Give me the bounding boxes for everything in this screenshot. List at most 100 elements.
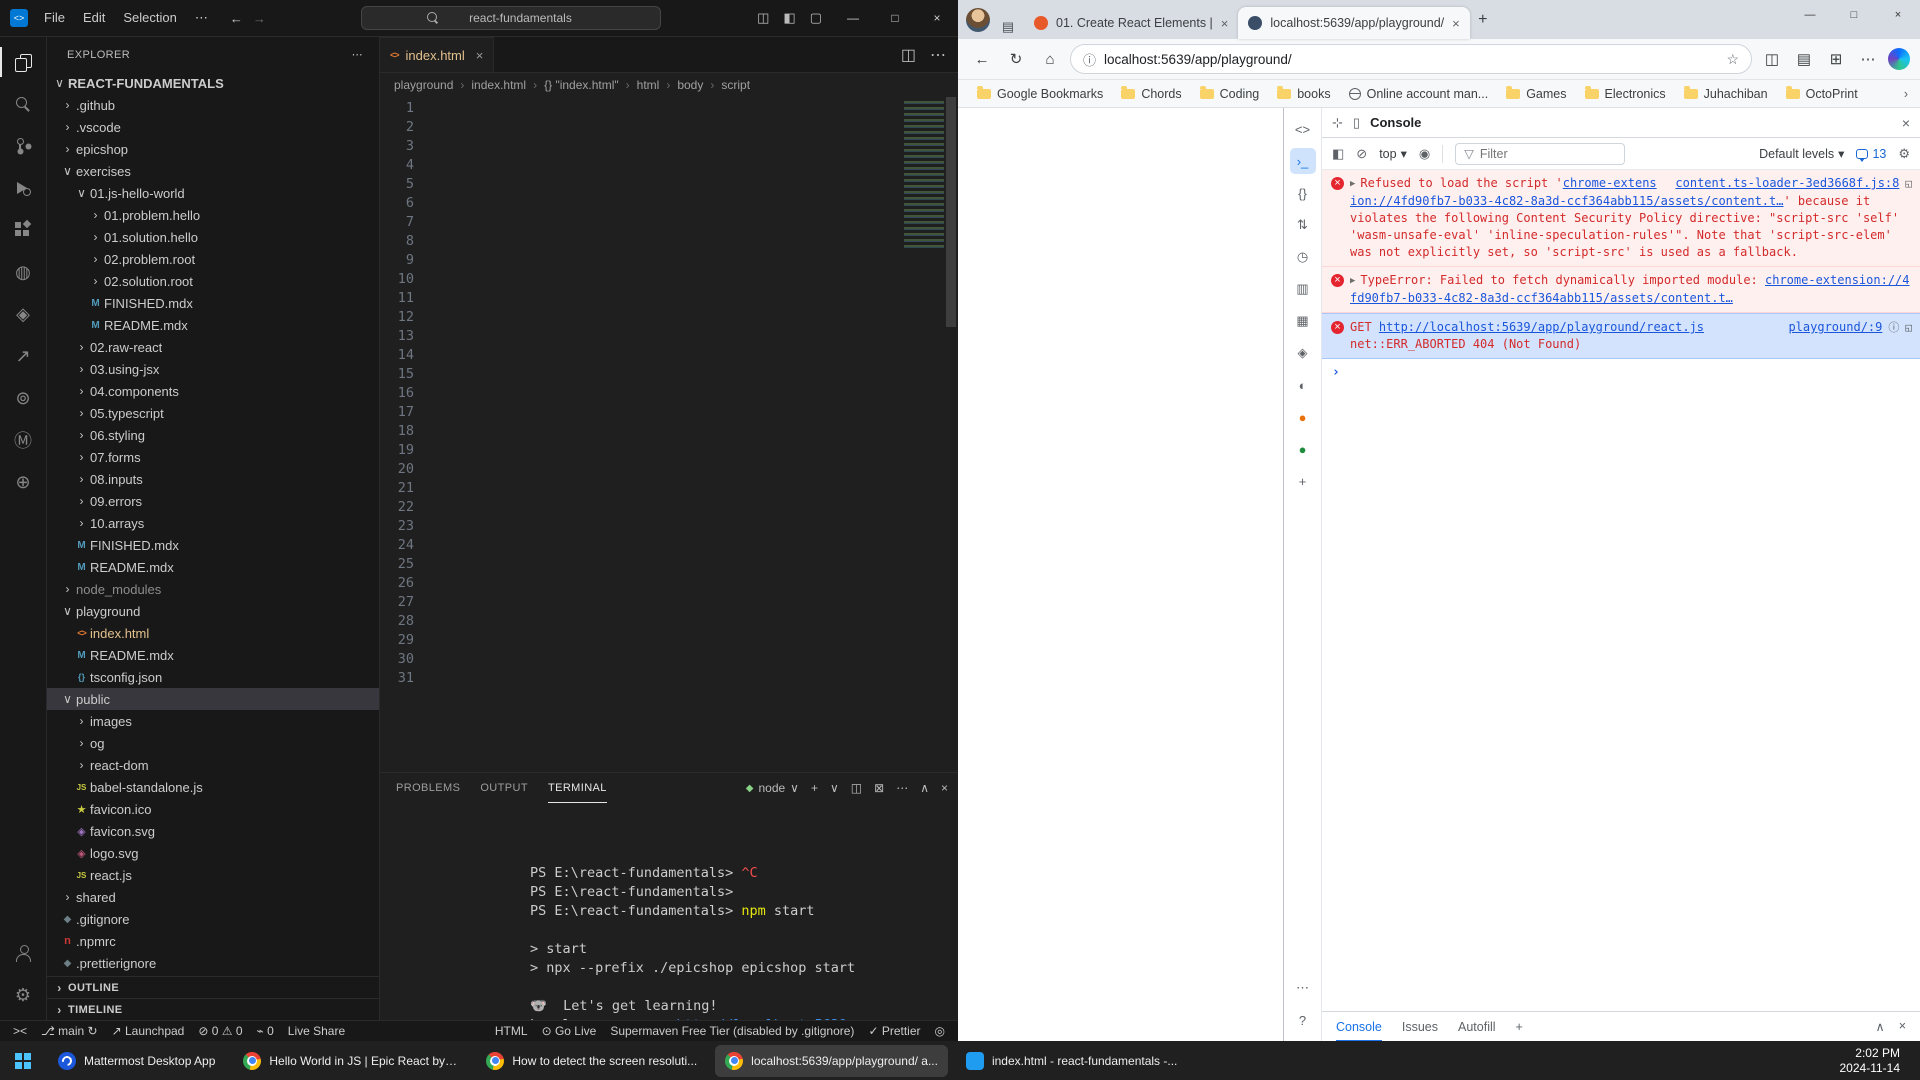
clear-console-icon[interactable]: ⊘	[1356, 146, 1367, 162]
console-source-link[interactable]: ◱	[1905, 319, 1912, 336]
bookmark-item[interactable]: Juhachiban	[1677, 84, 1775, 104]
maximize-icon[interactable]: □	[1832, 0, 1876, 30]
favorite-star-icon[interactable]: ☆	[1726, 51, 1739, 68]
extension-panel-icon-2[interactable]: ●	[1290, 436, 1316, 462]
kill-terminal-icon[interactable]: ⊠	[874, 781, 884, 795]
menu-item[interactable]: Selection	[115, 7, 184, 29]
nav-back-icon[interactable]: ←	[230, 11, 243, 26]
home-icon[interactable]: ⌂	[1036, 45, 1064, 73]
prettier-item[interactable]: ✓ Prettier	[861, 1021, 927, 1042]
tree-item[interactable]: favicon.svg	[47, 820, 379, 842]
code-editor[interactable]: 1 <html> 2 <body> 3	[380, 97, 958, 772]
tab-close-icon[interactable]: ×	[1452, 16, 1460, 31]
console-message[interactable]: playground/:9ⓘ◱ GET http://localhost:563…	[1322, 313, 1920, 359]
drawer-tab[interactable]: Issues	[1402, 1012, 1438, 1042]
tree-item[interactable]: FINISHED.mdx	[47, 292, 379, 314]
tree-item[interactable]: › shared	[47, 886, 379, 908]
breadcrumb-item[interactable]: body	[659, 78, 703, 92]
editor-scrollbar[interactable]	[944, 97, 958, 772]
tree-item[interactable]: react.js	[47, 864, 379, 886]
run-debug-icon[interactable]	[0, 167, 47, 209]
maximize-panel-icon[interactable]: ∧	[920, 781, 929, 795]
tree-item[interactable]: .gitignore	[47, 908, 379, 930]
new-tab-button[interactable]: +	[1470, 7, 1496, 33]
search-input[interactable]	[445, 11, 595, 25]
tree-item[interactable]: ∨ public	[47, 688, 379, 710]
tree-item[interactable]: › 02.solution.root	[47, 270, 379, 292]
taskbar-app-mattermost[interactable]: Mattermost Desktop App	[48, 1045, 225, 1077]
toggle-panel-icon[interactable]: ◫	[757, 10, 769, 26]
extensions-puzzle-icon[interactable]: ⊞	[1822, 45, 1850, 73]
explorer-more-icon[interactable]: ⋯	[352, 48, 363, 61]
live-expression-icon[interactable]: ◉	[1419, 146, 1430, 162]
tree-item[interactable]: › 01.problem.hello	[47, 204, 379, 226]
close-panel-icon[interactable]: ×	[941, 781, 948, 795]
testing-icon[interactable]: ⊚	[0, 377, 47, 419]
command-center-search[interactable]	[361, 6, 661, 30]
tab-close-icon[interactable]: ×	[1221, 16, 1229, 31]
memory-panel-icon[interactable]: ▥	[1290, 276, 1316, 302]
lighthouse-panel-icon[interactable]: ◐	[1290, 372, 1316, 398]
tree-item[interactable]: › 06.styling	[47, 424, 379, 446]
tree-item[interactable]: ∨ 01.js-hello-world	[47, 182, 379, 204]
language-mode-item[interactable]: HTML	[488, 1021, 535, 1042]
git-branch-item[interactable]: ⎇ main ↻	[34, 1021, 105, 1042]
help-icon[interactable]: ?	[1290, 1007, 1316, 1033]
live-share-item[interactable]: Live Share	[281, 1021, 352, 1042]
mattermost-icon[interactable]: Ⓜ	[0, 419, 47, 461]
tree-item[interactable]: › 07.forms	[47, 446, 379, 468]
bookmark-item[interactable]: books	[1270, 84, 1337, 104]
tree-item[interactable]: › 05.typescript	[47, 402, 379, 424]
browser-tab[interactable]: 01. Create React Elements | ×	[1024, 7, 1238, 39]
menu-item[interactable]: ⋯	[187, 7, 216, 29]
taskbar-app-chrome-3[interactable]: localhost:5639/app/playground/ a...	[715, 1045, 948, 1077]
console-filter[interactable]: ▽	[1455, 143, 1625, 165]
tab-close-icon[interactable]: ×	[476, 48, 484, 63]
launchpad-item[interactable]: ↗ Launchpad	[105, 1021, 192, 1042]
maximize-icon[interactable]: □	[874, 0, 916, 37]
message-count-badge[interactable]: 13	[1856, 147, 1886, 161]
tree-item[interactable]: index.html	[47, 622, 379, 644]
performance-panel-icon[interactable]: ◷	[1290, 244, 1316, 270]
ports-item[interactable]: ⌁ 0	[250, 1021, 281, 1042]
network-panel-icon[interactable]: ⇅	[1290, 212, 1316, 238]
tree-item[interactable]: .prettierignore	[47, 952, 379, 974]
breadcrumb-item[interactable]: playground	[394, 78, 453, 92]
terminal-output[interactable]: PS E:\react-fundamentals> ^C PS E:\react…	[380, 803, 958, 1020]
close-icon[interactable]: ×	[1876, 0, 1920, 30]
tree-item[interactable]: favicon.ico	[47, 798, 379, 820]
breadcrumb-item[interactable]: index.html	[453, 78, 526, 92]
inspect-element-icon[interactable]: ⊹	[1332, 115, 1343, 131]
taskbar-app-chrome-1[interactable]: Hello World in JS | Epic React by K...	[233, 1045, 468, 1077]
source-control-icon[interactable]	[0, 125, 47, 167]
launchpad-icon[interactable]: ↗	[0, 335, 47, 377]
close-drawer-icon[interactable]: ×	[1899, 1019, 1906, 1034]
devtools-settings-gear-icon[interactable]: ⚙	[1898, 146, 1910, 162]
search-icon[interactable]	[0, 83, 47, 125]
github-icon[interactable]: ◍	[0, 251, 47, 293]
tree-item[interactable]: FINISHED.mdx	[47, 534, 379, 556]
taskbar-app-chrome-2[interactable]: How to detect the screen resoluti...	[476, 1045, 707, 1077]
site-info-icon[interactable]: ⓘ	[1083, 50, 1096, 69]
bookmark-item[interactable]: Online account man...	[1342, 84, 1496, 104]
explorer-root-folder[interactable]: ∨ REACT-FUNDAMENTALS	[47, 72, 379, 94]
problems-item[interactable]: ⊘ 0 ⚠ 0	[191, 1021, 249, 1042]
tree-item[interactable]: .npmrc	[47, 930, 379, 952]
menu-item[interactable]: Edit	[75, 7, 113, 29]
tree-item[interactable]: › 01.solution.hello	[47, 226, 379, 248]
console-panel-icon[interactable]: ›_	[1290, 148, 1316, 174]
tree-item[interactable]: › og	[47, 732, 379, 754]
console-prompt[interactable]: ›	[1322, 359, 1920, 386]
extensions-icon[interactable]	[0, 209, 47, 251]
tree-item[interactable]: › 09.errors	[47, 490, 379, 512]
collections-icon[interactable]: ▤	[1790, 45, 1818, 73]
account-icon[interactable]	[0, 932, 47, 974]
devtools-close-icon[interactable]: ×	[1902, 115, 1910, 131]
filter-input[interactable]	[1480, 147, 1600, 161]
log-levels-selector[interactable]: Default levels ▾	[1759, 146, 1844, 161]
taskbar-clock[interactable]: 2:02 PM 2024-11-14	[1840, 1046, 1915, 1076]
start-button[interactable]	[6, 1045, 40, 1077]
tree-item[interactable]: ∨ exercises	[47, 160, 379, 182]
application-panel-icon[interactable]: ▦	[1290, 308, 1316, 334]
context-selector[interactable]: top ▾	[1379, 146, 1407, 161]
